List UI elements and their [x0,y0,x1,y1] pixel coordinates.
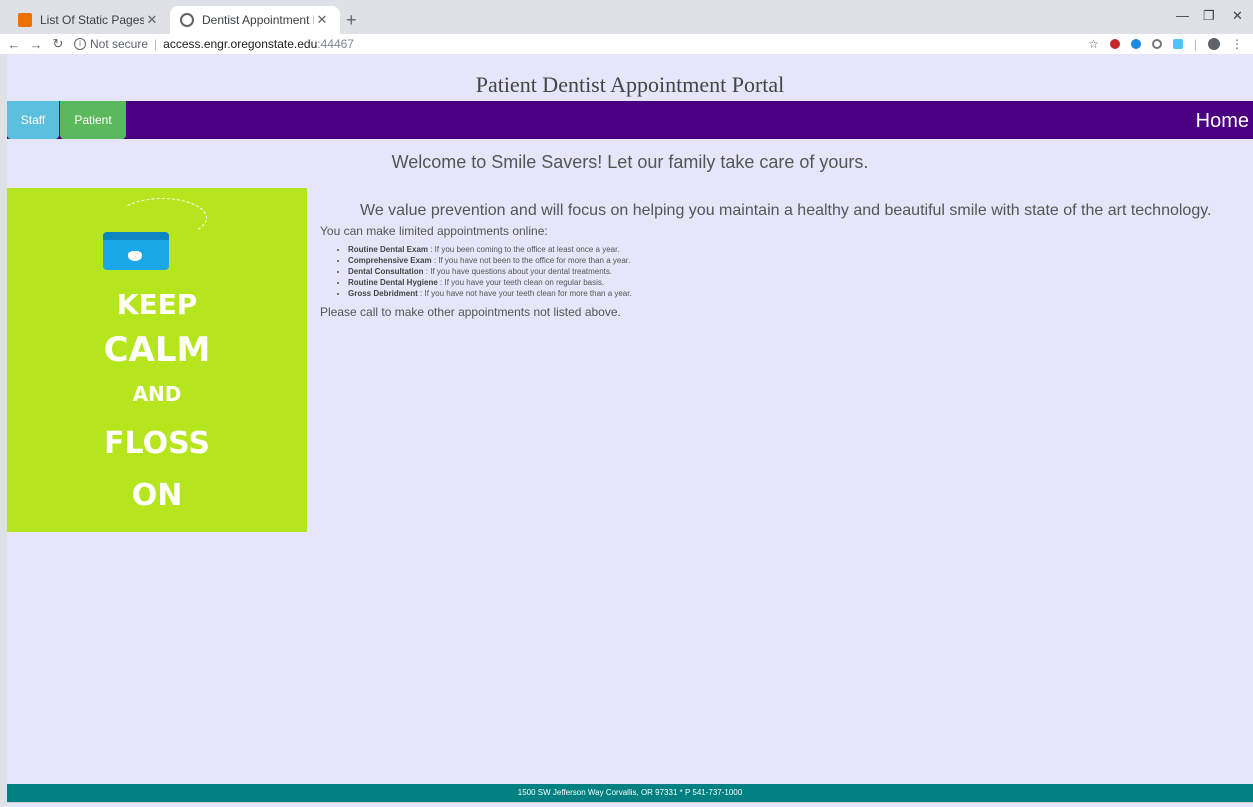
patient-button[interactable]: Patient [60,101,126,139]
appointment-desc: : If you been coming to the office at le… [428,245,620,254]
browser-tab-static-pages[interactable]: List Of Static Pages ✕ [8,6,170,34]
address-bar-row: ← → ↻ i Not secure | access.engr.oregons… [0,34,1253,54]
poster-line-calm: CALM [103,330,211,370]
appointment-desc: : If you have not have your teeth clean … [417,289,632,298]
menu-kebab-icon[interactable]: ⋮ [1231,37,1243,51]
tab-title: Dentist Appointment Portal [202,13,314,27]
floss-box-lid [103,232,169,240]
poster-line-and: AND [132,382,182,406]
omnibox[interactable]: i Not secure | access.engr.oregonstate.e… [74,35,354,53]
poster-line-keep: KEEP [116,288,198,321]
restore-icon[interactable]: ❐ [1203,8,1215,24]
home-link[interactable]: Home [1196,110,1249,133]
extension-icon[interactable] [1172,39,1183,49]
url-host: access.engr.oregonstate.edu [163,37,318,51]
list-item: Gross Debridment : If you have not have … [348,288,1240,299]
appointment-name: Dental Consultation [348,267,424,276]
browser-tab-strip: List Of Static Pages ✕ Dentist Appointme… [0,0,1253,34]
url-port: :44467 [317,37,354,51]
appointment-name: Routine Dental Hygiene [348,278,438,287]
list-item: Comprehensive Exam : If you have not bee… [348,255,1240,266]
keep-calm-poster: KEEP CALM AND FLOSS ON [7,188,307,532]
reload-icon[interactable]: ↻ [50,36,66,52]
welcome-heading: Welcome to Smile Savers! Let our family … [391,152,869,172]
info-icon[interactable]: i [74,38,86,50]
back-arrow-icon[interactable]: ← [6,37,22,52]
forward-arrow-icon[interactable]: → [28,37,44,52]
list-item: Routine Dental Exam : If you been coming… [348,244,1240,255]
list-item: Routine Dental Hygiene : If you have you… [348,277,1240,288]
minimize-icon[interactable]: — [1176,8,1189,23]
site-favicon-icon [18,13,32,27]
globe-favicon-icon [180,13,194,27]
main-navbar: Staff Patient Home [7,101,1253,139]
appointments-intro: You can make limited appointments online… [320,224,548,238]
appointment-desc: : If you have your teeth clean on regula… [437,278,605,287]
appointment-desc: : If you have questions about your denta… [423,267,613,276]
page-title: Patient Dentist Appointment Portal [475,72,785,97]
footer-address: 1500 SW Jefferson Way Corvallis, OR 9733… [7,784,1253,802]
bookmark-star-icon[interactable]: ☆ [1088,37,1099,51]
extensions-area: ☆ | ⋮ [1088,37,1243,51]
security-label: Not secure [90,37,149,51]
page-body: Patient Dentist Appointment Portal Staff… [7,54,1253,807]
appointment-name: Comprehensive Exam [348,256,432,265]
other-appointments-note: Please call to make other appointments n… [320,305,621,319]
tab-close-icon[interactable]: ✕ [144,12,160,28]
account-icon[interactable] [1208,38,1220,50]
shield-extension-icon[interactable] [1109,39,1120,49]
appointment-name: Gross Debridment [348,289,418,298]
main-content: We value prevention and will focus on he… [320,202,1240,319]
appointment-list: Routine Dental Exam : If you been coming… [348,244,1240,299]
poster-line-floss: FLOSS [104,426,210,461]
toolbar-divider: | [1193,37,1197,51]
browser-tab-appointment-portal[interactable]: Dentist Appointment Portal ✕ [170,6,340,34]
tab-title: List Of Static Pages [40,13,144,27]
extension-icon[interactable] [1130,39,1141,49]
appointment-desc: : If you have not been to the office for… [431,256,631,265]
poster-line-on: ON [131,478,183,513]
staff-button[interactable]: Staff [7,101,59,139]
new-tab-icon[interactable]: + [346,10,357,31]
omnibox-separator: | [154,37,158,51]
tooth-icon [128,251,142,261]
appointment-name: Routine Dental Exam [348,245,429,254]
extension-icon[interactable] [1151,39,1162,49]
tab-close-icon[interactable]: ✕ [314,12,330,28]
list-item: Dental Consultation : If you have questi… [348,266,1240,277]
value-statement: We value prevention and will focus on he… [360,202,1212,219]
window-close-icon[interactable]: ✕ [1232,8,1243,24]
footer-bottom-strip [7,802,1253,807]
